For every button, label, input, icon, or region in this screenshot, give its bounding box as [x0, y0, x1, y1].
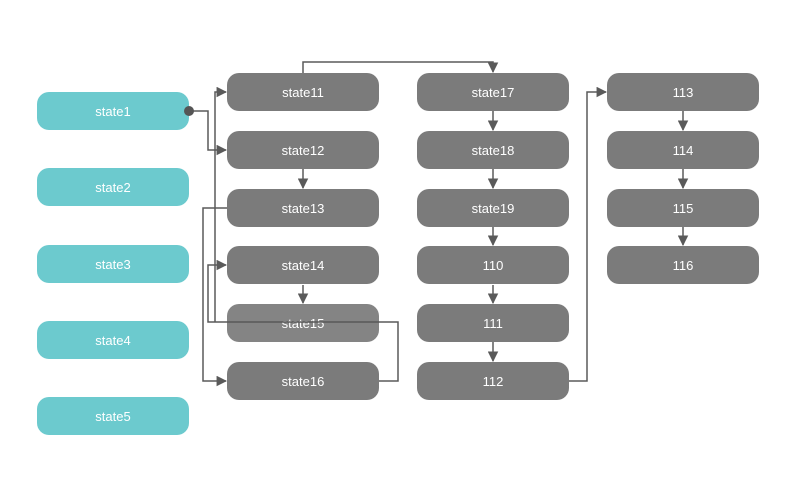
node-113[interactable]: 113: [607, 73, 759, 111]
node-label: state3: [95, 256, 131, 272]
node-label: state14: [281, 257, 325, 273]
node-label: state12: [281, 142, 325, 158]
node-110[interactable]: 110: [417, 246, 569, 284]
node-116[interactable]: 116: [607, 246, 759, 284]
node-label: state16: [281, 373, 325, 389]
edge-112-113: [569, 86, 608, 382]
edge-state1-state11: [214, 86, 228, 322]
node-label: state18: [471, 142, 515, 158]
node-state12[interactable]: state12: [227, 131, 379, 169]
node-state11[interactable]: state11: [227, 73, 379, 111]
node-label: state19: [471, 200, 515, 216]
node-label: state2: [95, 179, 131, 195]
node-state19[interactable]: state19: [417, 189, 569, 227]
node-state15[interactable]: state15: [227, 304, 379, 342]
edge-state11-state17: [302, 61, 499, 74]
node-112[interactable]: 112: [417, 362, 569, 400]
node-state1[interactable]: state1: [37, 92, 189, 130]
node-label: 113: [672, 84, 694, 100]
node-state14[interactable]: state14: [227, 246, 379, 284]
node-label: 115: [672, 200, 694, 216]
node-111[interactable]: 111: [417, 304, 569, 342]
node-label: 116: [672, 257, 694, 273]
node-label: 111: [483, 315, 503, 331]
node-label: state15: [281, 315, 325, 331]
node-state18[interactable]: state18: [417, 131, 569, 169]
node-115[interactable]: 115: [607, 189, 759, 227]
node-state2[interactable]: state2: [37, 168, 189, 206]
node-label: state1: [95, 103, 131, 119]
node-label: state4: [95, 332, 131, 348]
node-state5[interactable]: state5: [37, 397, 189, 435]
node-114[interactable]: 114: [607, 131, 759, 169]
node-label: state17: [471, 84, 515, 100]
node-state17[interactable]: state17: [417, 73, 569, 111]
node-label: state11: [282, 84, 324, 100]
node-label: state13: [281, 200, 325, 216]
node-label: 114: [672, 142, 694, 158]
node-label: state5: [95, 408, 131, 424]
node-label: 112: [482, 373, 504, 389]
node-state13[interactable]: state13: [227, 189, 379, 227]
node-label: 110: [482, 257, 504, 273]
edge-state1-state12: [189, 110, 228, 156]
node-state16[interactable]: state16: [227, 362, 379, 400]
node-state3[interactable]: state3: [37, 245, 189, 283]
node-state4[interactable]: state4: [37, 321, 189, 359]
